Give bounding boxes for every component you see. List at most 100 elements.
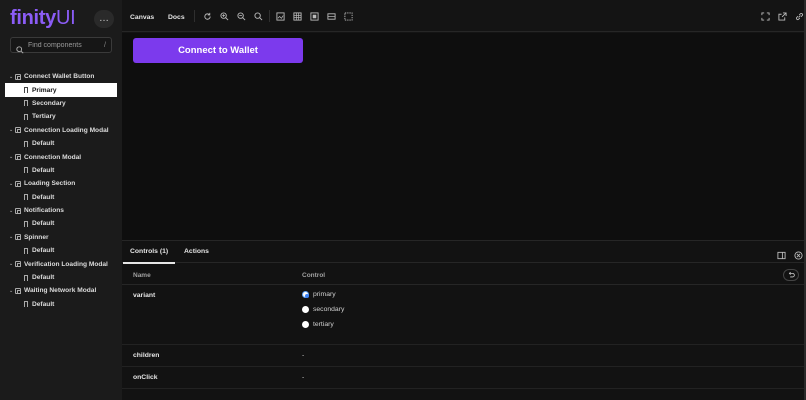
viewport-icon[interactable] <box>309 11 319 21</box>
tree-story-label: Default <box>32 220 55 228</box>
control-value: - <box>302 374 305 381</box>
bookmark-icon <box>24 113 28 120</box>
undo-icon <box>788 271 795 278</box>
tree-group-spinner[interactable]: ⌄ Spinner <box>0 231 122 244</box>
tree-story-label: Default <box>32 140 55 148</box>
component-icon <box>15 287 21 294</box>
reload-icon[interactable] <box>202 11 212 21</box>
tree-group-connect-wallet-button[interactable]: ⌄ Connect Wallet Button <box>0 70 122 83</box>
radio-option-tertiary[interactable]: tertiary <box>302 321 334 328</box>
brand-logo[interactable]: finity UI <box>10 7 76 31</box>
tree-story-primary[interactable]: Primary <box>5 83 117 97</box>
tree-story-label: Default <box>32 274 55 282</box>
tree-story-secondary[interactable]: Secondary <box>0 97 122 110</box>
radio-checked-icon <box>302 291 309 298</box>
tab-canvas[interactable]: Canvas <box>130 14 154 21</box>
column-header-name: Name <box>133 272 151 279</box>
panel-orientation-icon[interactable] <box>777 247 786 260</box>
control-name: children <box>133 352 160 359</box>
measure-icon[interactable] <box>326 11 336 21</box>
component-icon <box>15 73 21 80</box>
tree-group-loading-section[interactable]: ⌄ Loading Section <box>0 177 122 190</box>
tree-group-label: Connection Modal <box>24 153 82 161</box>
radio-option-primary[interactable]: primary <box>302 291 336 298</box>
tree-group-notifications[interactable]: ⌄ Notifications <box>0 204 122 217</box>
tree-story-label: Tertiary <box>32 113 56 121</box>
tree-story-default[interactable]: Default <box>0 137 122 150</box>
tree-story-default[interactable]: Default <box>0 244 122 257</box>
tree-story-label: Default <box>32 300 55 308</box>
tree-story-default[interactable]: Default <box>0 298 122 311</box>
tree-group-verification-loading-modal[interactable]: ⌄ Verification Loading Modal <box>0 257 122 270</box>
top-toolbar: Canvas Docs <box>122 0 806 32</box>
radio-option-secondary[interactable]: secondary <box>302 306 344 313</box>
radio-unchecked-icon <box>302 306 309 313</box>
radio-unchecked-icon <box>302 321 309 328</box>
control-row-variant: variant primary secondary tertiary <box>122 286 806 345</box>
tree-group-label: Verification Loading Modal <box>24 260 108 268</box>
copy-link-icon[interactable] <box>794 11 804 21</box>
component-icon <box>15 234 21 241</box>
bookmark-icon <box>24 194 28 201</box>
radio-label: primary <box>313 291 336 298</box>
zoom-in-icon[interactable] <box>219 11 229 21</box>
background-icon[interactable] <box>275 11 285 21</box>
tree-story-default[interactable]: Default <box>0 164 122 177</box>
tree-group-waiting-network-modal[interactable]: ⌄ Waiting Network Modal <box>0 284 122 297</box>
connect-wallet-button[interactable]: Connect to Wallet <box>133 38 303 63</box>
tree-story-tertiary[interactable]: Tertiary <box>0 110 122 123</box>
tab-controls[interactable]: Controls (1) <box>122 248 176 264</box>
panel-tab-bar: Controls (1) Actions <box>122 241 806 264</box>
tree-group-label: Connect Wallet Button <box>24 73 95 81</box>
tree-story-default[interactable]: Default <box>0 217 122 230</box>
bookmark-icon <box>24 100 28 107</box>
grid-icon[interactable] <box>292 11 302 21</box>
tree-story-default[interactable]: Default <box>0 271 122 284</box>
brand-name-light: UI <box>55 7 76 29</box>
tree-story-default[interactable]: Default <box>0 191 122 204</box>
tree-group-connection-loading-modal[interactable]: ⌄ Connection Loading Modal <box>0 124 122 137</box>
controls-table-header: Name Control <box>122 265 806 285</box>
radio-label: tertiary <box>313 321 334 328</box>
tree-group-connection-modal[interactable]: ⌄ Connection Modal <box>0 150 122 163</box>
component-icon <box>15 127 21 134</box>
brand-name-bold: finity <box>10 7 56 29</box>
toolbar-divider <box>269 10 270 22</box>
bookmark-icon <box>24 140 28 147</box>
tree-story-label: Secondary <box>32 99 66 107</box>
tree-story-label: Default <box>32 193 55 201</box>
control-value: - <box>302 352 305 359</box>
component-icon <box>15 180 21 187</box>
control-row-children: children - <box>122 345 806 367</box>
tab-actions[interactable]: Actions <box>184 248 209 255</box>
fullscreen-icon[interactable] <box>760 11 770 21</box>
search-box[interactable]: / <box>10 37 112 54</box>
bookmark-icon <box>24 87 28 94</box>
component-icon <box>15 261 21 268</box>
bookmark-icon <box>24 301 28 308</box>
component-tree: ⌄ Connect Wallet Button Primary Secondary… <box>0 70 122 311</box>
tree-story-label: Default <box>32 166 55 174</box>
search-shortcut: / <box>104 41 106 49</box>
open-new-tab-icon[interactable] <box>777 11 787 21</box>
bookmark-icon <box>24 167 28 174</box>
control-name: variant <box>133 292 156 299</box>
tree-group-label: Waiting Network Modal <box>24 287 97 295</box>
tree-story-label: Default <box>32 247 55 255</box>
sidebar: finityUI … / ⌄Connect Wallet Button Prim… <box>0 0 122 400</box>
outline-icon[interactable] <box>343 11 353 21</box>
close-panel-icon[interactable] <box>794 247 803 260</box>
search-input[interactable] <box>28 41 98 49</box>
more-options-button[interactable]: … <box>94 10 114 28</box>
zoom-reset-icon[interactable] <box>253 11 263 21</box>
search-icon <box>16 41 24 54</box>
bookmark-icon <box>24 274 28 281</box>
reset-controls-button[interactable] <box>783 269 799 281</box>
tab-docs[interactable]: Docs <box>168 14 185 21</box>
radio-label: secondary <box>313 306 345 313</box>
control-name: onClick <box>133 374 158 381</box>
tree-group-label: Loading Section <box>24 180 76 188</box>
tree-group-label: Connection Loading Modal <box>24 126 109 134</box>
zoom-out-icon[interactable] <box>236 11 246 21</box>
tree-group-label: Notifications <box>24 207 64 215</box>
